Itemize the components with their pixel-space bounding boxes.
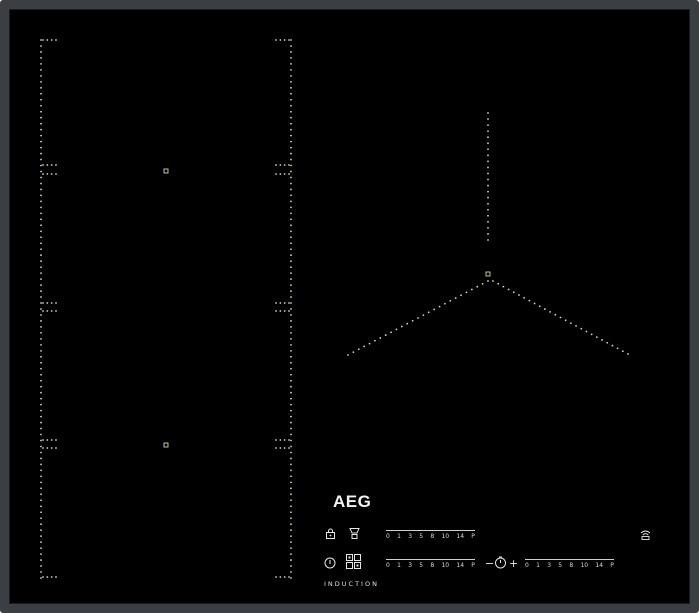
power-slider-upper-left[interactable]: 0 1 3 5 8 10 14 P — [386, 530, 475, 544]
slider-tick-label: 8 — [569, 562, 574, 569]
slider-tick-label: 8 — [430, 533, 435, 540]
power-icon[interactable] — [324, 557, 336, 569]
wifi-icon[interactable] — [640, 529, 651, 540]
cooking-zone-markings — [40, 39, 629, 579]
slider-tick-label: 8 — [430, 562, 435, 569]
power-slider-lower-right[interactable]: 0 1 3 5 8 10 14 P — [525, 559, 614, 573]
brand-logo: AEG — [333, 492, 372, 511]
slider-tick-label: 14 — [456, 533, 465, 540]
timer-minus-button[interactable]: − — [485, 558, 494, 569]
slider-tick-label: 5 — [419, 562, 424, 569]
slider-tick-label: 1 — [397, 533, 401, 540]
power-slider-lower-left[interactable]: 0 1 3 5 8 10 14 P — [386, 559, 475, 573]
timer-plus-button[interactable]: + — [509, 558, 518, 569]
slider-tick-label: 3 — [408, 562, 413, 569]
timer-icon[interactable] — [494, 556, 507, 569]
slider-tick-label: 0 — [525, 562, 529, 569]
slider-tick-label: P — [471, 562, 475, 569]
induction-label: INDUCTION — [324, 580, 379, 588]
slider-tick-label: 10 — [441, 562, 450, 569]
slider-tick-label: 1 — [536, 562, 540, 569]
slider-tick-label: P — [471, 533, 475, 540]
lock-icon[interactable] — [325, 528, 336, 539]
slider-tick-label: 0 — [386, 562, 390, 569]
slider-tick-label: 10 — [441, 533, 450, 540]
slider-tick-label: 14 — [595, 562, 604, 569]
slider-tick-label: 0 — [386, 533, 390, 540]
slider-tick-label: 3 — [408, 533, 413, 540]
slider-tick-label: P — [610, 562, 614, 569]
slider-tick-label: 3 — [547, 562, 552, 569]
menu-grid-icon[interactable] — [346, 554, 362, 570]
slider-tick-label: 14 — [456, 562, 465, 569]
slider-tick-label: 1 — [397, 562, 401, 569]
slider-tick-label: 5 — [419, 533, 424, 540]
slider-tick-label: 5 — [558, 562, 563, 569]
slider-tick-label: 10 — [580, 562, 589, 569]
hood-link-icon[interactable] — [348, 527, 361, 540]
